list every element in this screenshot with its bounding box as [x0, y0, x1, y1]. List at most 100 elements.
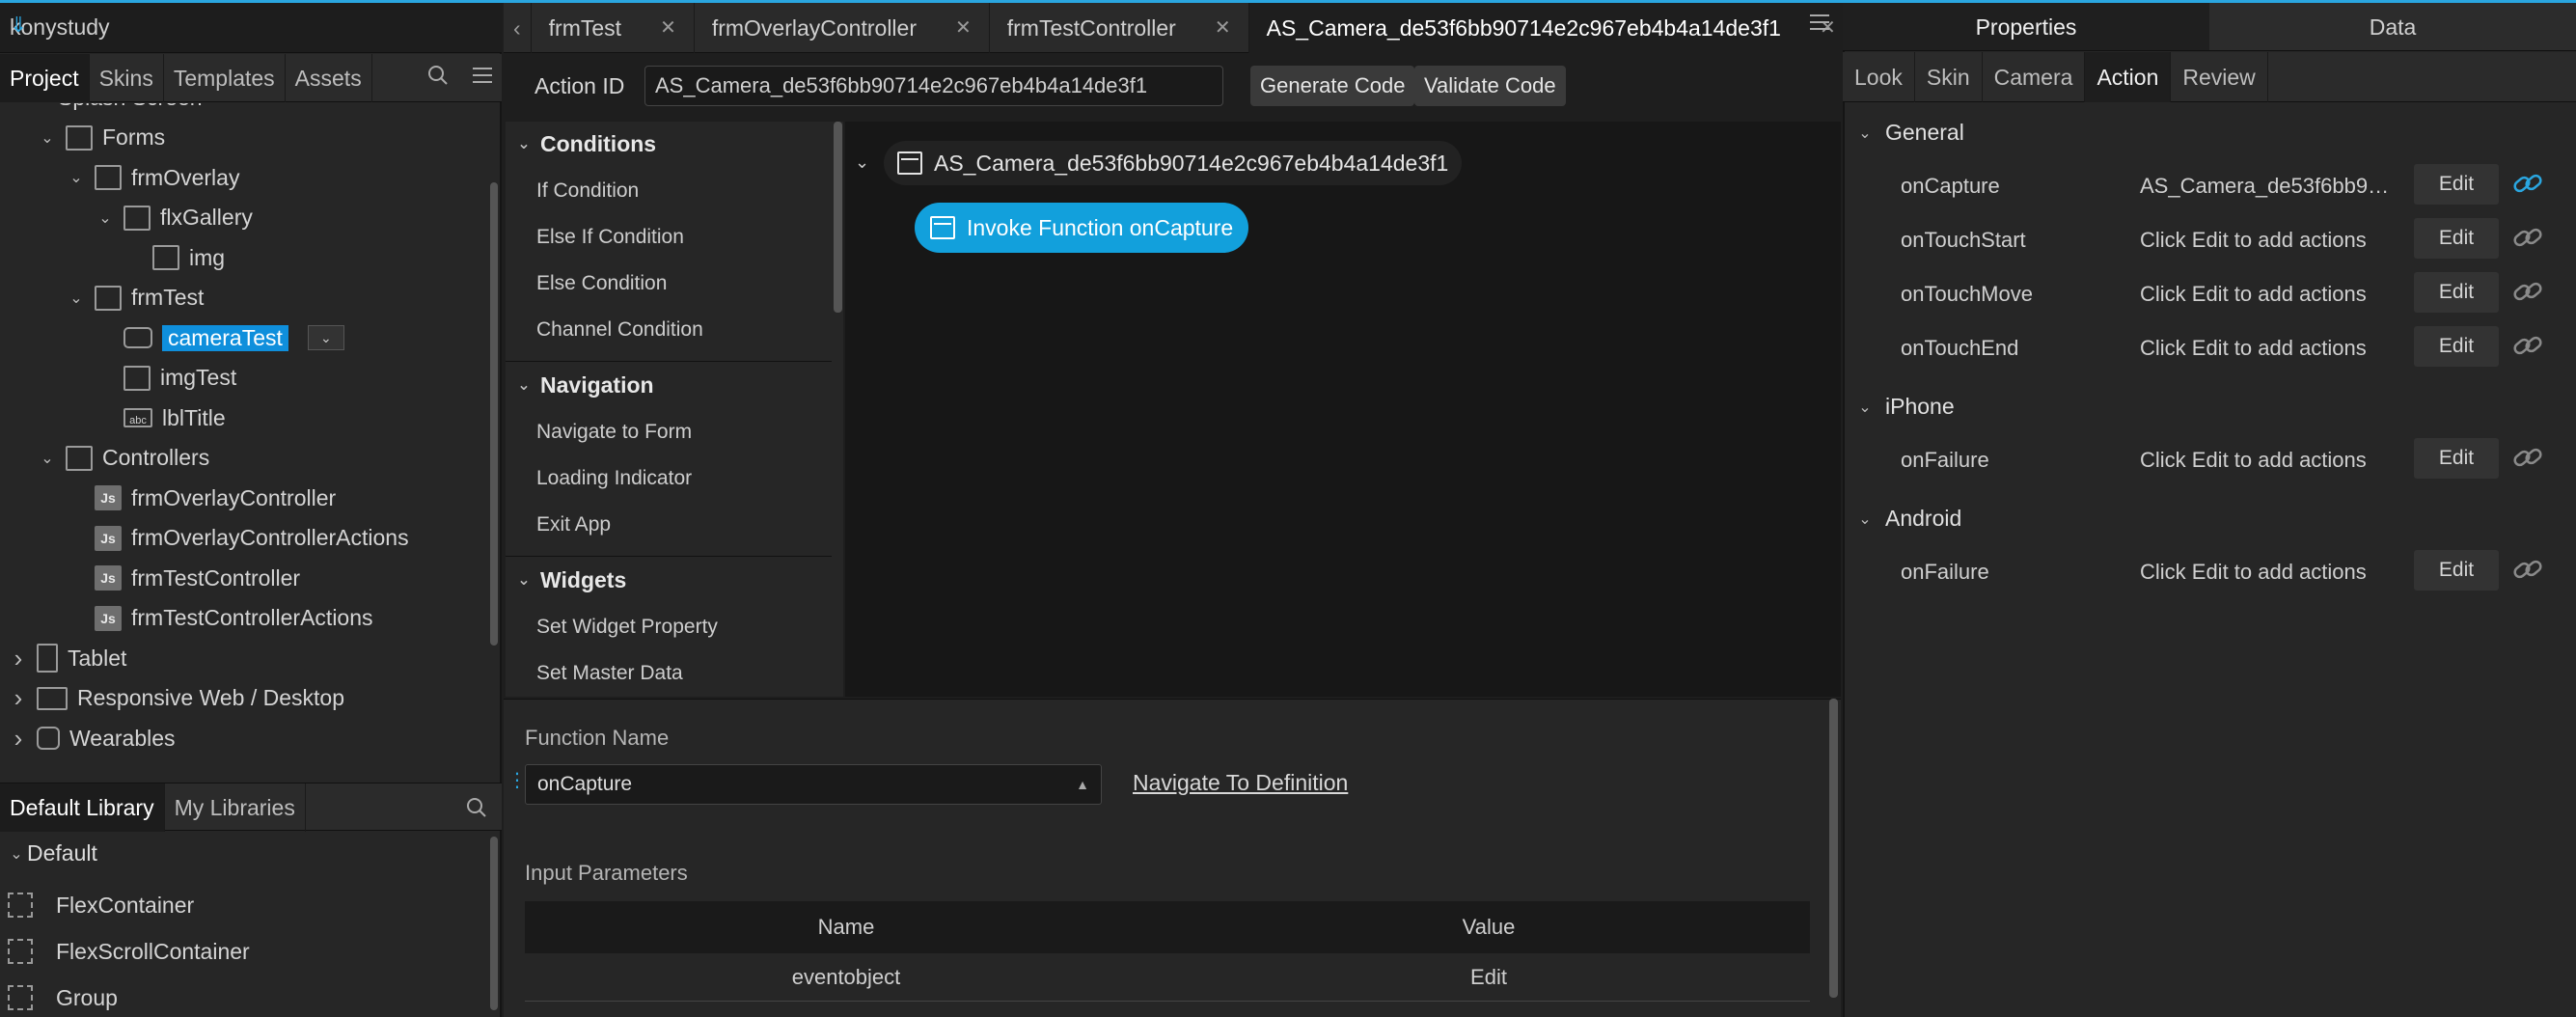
tab-data[interactable]: Data	[2209, 3, 2576, 50]
chevron-down-icon[interactable]: ⌄	[37, 449, 58, 468]
search-icon[interactable]	[426, 64, 450, 93]
function-name-select[interactable]: onCapture ▲	[525, 764, 1102, 805]
image-icon	[152, 245, 179, 270]
chevron-down-icon[interactable]: ⌄	[95, 208, 116, 228]
section-iphone[interactable]: ⌄ iPhone	[1854, 394, 1954, 420]
library-item[interactable]: FlexContainer	[8, 886, 194, 924]
chevron-right-icon[interactable]: ›	[8, 644, 29, 673]
tree-item[interactable]: Splash Screen	[37, 103, 203, 117]
tab-action[interactable]: Action	[2085, 52, 2172, 102]
navigate-to-definition-link[interactable]: Navigate To Definition	[1133, 770, 1348, 796]
root-collapse-chevron-icon[interactable]: ⌄	[855, 152, 869, 173]
event-value: Click Edit to add actions	[2140, 560, 2367, 584]
link-icon[interactable]	[2512, 332, 2545, 355]
tab-camera[interactable]: Camera	[1983, 52, 2086, 102]
tree-item[interactable]: ⌄ Controllers	[37, 439, 209, 478]
tree-item[interactable]: › Wearables	[8, 719, 176, 757]
tabs-scroll-left-icon[interactable]: ‹	[504, 3, 532, 53]
action-item[interactable]: Else Condition	[536, 272, 667, 295]
link-icon[interactable]	[2512, 444, 2545, 467]
edit-button[interactable]: Edit	[2414, 218, 2499, 259]
library-search-icon[interactable]	[465, 796, 488, 825]
actions-scrollbar[interactable]	[834, 122, 842, 313]
library-item[interactable]: Group	[8, 978, 118, 1017]
close-icon[interactable]: ✕	[660, 3, 676, 53]
action-group-widgets[interactable]: ⌄ Widgets	[506, 558, 832, 602]
validate-code-button[interactable]: Validate Code	[1414, 66, 1566, 106]
edit-button[interactable]: Edit	[2414, 326, 2499, 367]
tree-item[interactable]: Js frmTestControllerActions	[66, 599, 373, 638]
label-icon: abc	[123, 408, 152, 427]
generate-code-button[interactable]: Generate Code	[1250, 66, 1415, 106]
tree-item[interactable]: › Tablet	[8, 639, 126, 677]
chevron-down-icon[interactable]: ⌄	[66, 289, 87, 308]
library-scrollbar[interactable]	[490, 837, 498, 1010]
tree-item[interactable]: imgTest	[95, 359, 236, 398]
action-id-input[interactable]: AS_Camera_de53f6bb90714e2c967eb4b4a14de3…	[644, 66, 1223, 106]
section-android[interactable]: ⌄ Android	[1854, 506, 1961, 532]
edit-button[interactable]: Edit	[2414, 164, 2499, 205]
edit-button[interactable]: Edit	[2414, 438, 2499, 479]
action-group-conditions[interactable]: ⌄ Conditions	[506, 122, 832, 166]
invoke-function-node[interactable]: Invoke Function onCapture	[915, 203, 1249, 253]
tree-item[interactable]: ⌄ frmTest	[66, 279, 204, 317]
tab-review[interactable]: Review	[2171, 52, 2268, 102]
tree-item[interactable]: img	[123, 238, 225, 277]
link-icon[interactable]	[2512, 224, 2545, 247]
editor-tab[interactable]: frmTest ✕	[532, 3, 695, 53]
chevron-right-icon[interactable]: ›	[8, 683, 29, 713]
collapse-double-chevron-icon[interactable]: ⇓	[10, 13, 492, 38]
tree-item[interactable]: › Responsive Web / Desktop	[8, 679, 344, 718]
link-icon[interactable]	[2512, 170, 2545, 193]
tabs-menu-icon[interactable]	[1808, 12, 1831, 39]
edit-button[interactable]: Edit	[2414, 550, 2499, 591]
divider	[506, 556, 832, 557]
tab-skin[interactable]: Skin	[1915, 52, 1983, 102]
library-tab[interactable]: Default Library	[0, 783, 165, 832]
action-group-navigation[interactable]: ⌄ Navigation	[506, 363, 832, 407]
editor-tab[interactable]: frmOverlayController ✕	[695, 3, 990, 53]
tree-item[interactable]: ⌄ frmOverlay	[66, 158, 239, 197]
chevron-down-icon[interactable]: ⌄	[37, 128, 58, 148]
link-icon[interactable]	[2512, 278, 2545, 301]
tree-item[interactable]: Js frmTestController	[66, 559, 300, 597]
tree-item[interactable]: Js frmOverlayControllerActions	[66, 519, 409, 558]
tab-properties[interactable]: Properties	[1843, 3, 2209, 50]
menu-icon[interactable]	[471, 65, 494, 92]
tab-templates[interactable]: Templates	[164, 54, 286, 102]
tree-item[interactable]: ⌄ flxGallery	[95, 199, 253, 237]
chevron-down-icon[interactable]: ⌄	[66, 168, 87, 187]
section-general[interactable]: ⌄ General	[1854, 120, 1964, 146]
tab-skins[interactable]: Skins	[90, 54, 164, 102]
library-group[interactable]: ⌄ Default	[6, 840, 97, 866]
edit-button[interactable]: Edit	[2414, 272, 2499, 313]
param-value-edit[interactable]: Edit	[1167, 953, 1810, 1001]
tab-look[interactable]: Look	[1843, 52, 1915, 102]
tree-item[interactable]: cameraTest ⌄	[95, 318, 344, 357]
tab-assets[interactable]: Assets	[286, 54, 372, 102]
action-root-node[interactable]: AS_Camera_de53f6bb90714e2c967eb4b4a14de3…	[884, 141, 1463, 185]
link-icon[interactable]	[2512, 556, 2545, 579]
function-panel-scrollbar[interactable]	[1829, 699, 1838, 998]
action-item[interactable]: Else If Condition	[536, 226, 684, 249]
tree-item[interactable]: abc lblTitle	[95, 399, 226, 437]
close-icon[interactable]: ✕	[955, 3, 972, 53]
chevron-right-icon[interactable]: ›	[8, 724, 29, 754]
editor-tab[interactable]: frmTestController ✕	[990, 3, 1249, 53]
action-item[interactable]: Navigate to Form	[536, 421, 692, 444]
tree-item[interactable]: Js frmOverlayController	[66, 479, 336, 517]
action-item[interactable]: Channel Condition	[536, 318, 703, 342]
library-item[interactable]: FlexScrollContainer	[8, 932, 250, 971]
action-item[interactable]: If Condition	[536, 179, 639, 203]
action-item[interactable]: Exit App	[536, 513, 611, 536]
close-icon[interactable]: ✕	[1215, 3, 1231, 53]
action-item[interactable]: Set Widget Property	[536, 616, 718, 639]
action-item[interactable]: Set Master Data	[536, 662, 683, 685]
tree-item[interactable]: ⌄ Forms	[37, 119, 165, 157]
library-tab[interactable]: My Libraries	[165, 783, 306, 832]
tab-project[interactable]: Project	[0, 54, 90, 102]
action-item[interactable]: Loading Indicator	[536, 467, 692, 490]
editor-tab[interactable]: AS_Camera_de53f6bb90714e2c967eb4b4a14de3…	[1248, 3, 1854, 53]
widget-dropdown-button[interactable]: ⌄	[307, 325, 344, 350]
tree-scrollbar[interactable]	[490, 182, 498, 646]
